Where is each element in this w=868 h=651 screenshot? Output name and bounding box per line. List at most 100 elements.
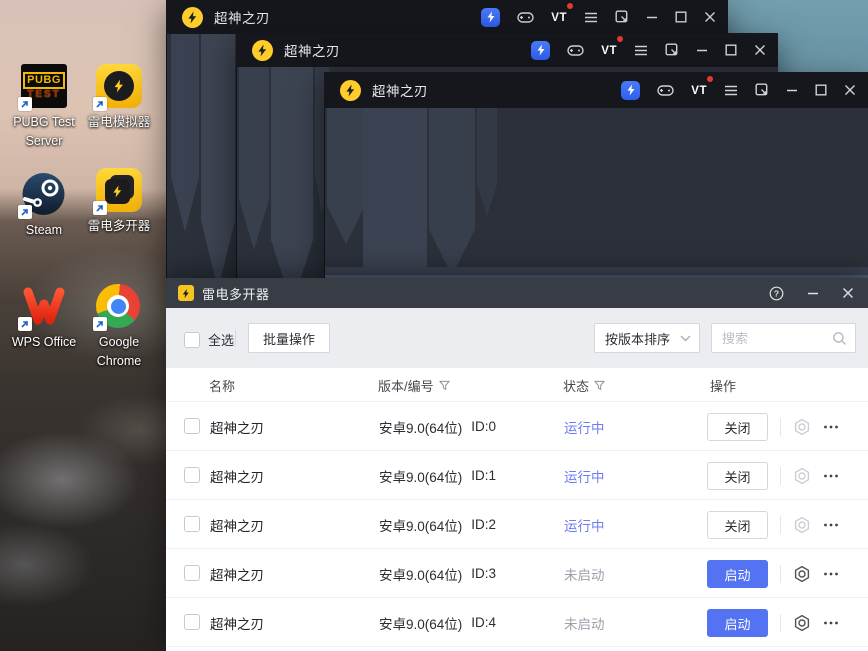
close-icon[interactable]	[704, 11, 716, 23]
instance-version: 安卓9.0(64位) ID:3	[379, 566, 497, 583]
shortcut-arrow-icon	[18, 317, 32, 331]
start-instance-button[interactable]: 启动	[707, 560, 768, 588]
maximize-icon[interactable]	[675, 11, 687, 23]
desktop-icon-steam[interactable]: Steam	[5, 172, 83, 240]
close-instance-button[interactable]: 关闭	[707, 462, 768, 490]
gamepad-icon[interactable]	[517, 11, 534, 24]
popout-window-icon[interactable]	[755, 83, 769, 97]
game-window-title: 超神之刃	[284, 44, 340, 59]
vt-icon[interactable]: VT	[691, 76, 713, 99]
game-window-titlebar[interactable]: 超神之刃 VT	[236, 33, 778, 67]
instance-name: 超神之刃	[210, 518, 264, 534]
table-row: 超神之刃 安卓9.0(64位) ID:1 运行中 关闭	[166, 451, 868, 500]
svg-text:?: ?	[774, 288, 779, 298]
gamepad-icon[interactable]	[657, 84, 674, 97]
instance-settings-icon[interactable]	[792, 564, 812, 584]
desktop-icon-google-chrome[interactable]: Google Chrome	[80, 284, 158, 372]
boost-icon[interactable]	[621, 80, 641, 100]
row-divider	[780, 614, 781, 632]
desktop-icon-pubg-test-server[interactable]: PUBG TEST PUBG Test Server	[5, 64, 83, 152]
popout-window-icon[interactable]	[665, 43, 679, 57]
desktop-icon-ldmultiplayer[interactable]: 雷电多开器	[80, 168, 158, 236]
game-window-content	[324, 108, 868, 279]
filter-icon[interactable]	[594, 380, 605, 391]
maximize-icon[interactable]	[725, 44, 737, 56]
row-checkbox[interactable]	[184, 516, 200, 532]
table-row: 超神之刃 安卓9.0(64位) ID:3 未启动 启动	[166, 549, 868, 598]
minimize-icon[interactable]	[807, 287, 819, 299]
batch-operations-button[interactable]: 批量操作	[248, 323, 331, 353]
search-input[interactable]	[714, 330, 832, 346]
more-actions-icon[interactable]	[821, 466, 841, 486]
minimize-icon[interactable]	[696, 44, 708, 56]
more-actions-icon[interactable]	[821, 564, 841, 584]
manager-toolbar: 全选 批量操作 按版本排序	[166, 308, 868, 368]
row-divider	[780, 565, 781, 583]
manager-title: 雷电多开器	[202, 286, 270, 302]
gamepad-icon[interactable]	[567, 44, 584, 57]
instance-name: 超神之刃	[210, 567, 264, 583]
instance-name: 超神之刃	[210, 469, 264, 485]
vt-icon[interactable]: VT	[551, 3, 573, 26]
shortcut-arrow-icon	[18, 97, 32, 111]
vt-notification-dot	[707, 76, 713, 82]
column-header-name: 名称	[209, 378, 236, 394]
sort-dropdown-value: 按版本排序	[605, 331, 671, 347]
close-icon[interactable]	[754, 44, 766, 56]
boost-icon[interactable]	[481, 7, 501, 27]
pubg-word: PUBG	[23, 72, 65, 89]
row-checkbox[interactable]	[184, 614, 200, 630]
desktop-icon-label: 雷电模拟器	[87, 115, 151, 129]
game-window-titlebar[interactable]: 超神之刃 VT	[166, 0, 728, 34]
row-checkbox[interactable]	[184, 418, 200, 434]
more-actions-icon[interactable]	[821, 515, 841, 535]
start-instance-button[interactable]: 启动	[707, 609, 768, 637]
column-header-status: 状态	[563, 368, 605, 402]
vt-icon[interactable]: VT	[601, 36, 623, 59]
shortcut-arrow-icon	[93, 317, 107, 331]
instance-settings-icon[interactable]	[792, 417, 812, 437]
desktop-icon-ldplayer[interactable]: 雷电模拟器	[80, 64, 158, 132]
instance-settings-icon[interactable]	[792, 466, 812, 486]
menu-icon[interactable]	[584, 12, 598, 23]
close-instance-button[interactable]: 关闭	[707, 511, 768, 539]
vt-notification-dot	[617, 36, 623, 42]
game-window-title: 超神之刃	[214, 11, 270, 26]
popout-window-icon[interactable]	[615, 10, 629, 24]
ldplayer-logo-icon	[340, 79, 361, 101]
vt-label: VT	[691, 85, 707, 97]
select-all-control[interactable]: 全选	[184, 330, 234, 349]
filter-icon[interactable]	[439, 380, 450, 391]
instance-name: 超神之刃	[210, 616, 264, 632]
instance-settings-icon[interactable]	[792, 613, 812, 633]
boost-icon[interactable]	[531, 40, 551, 60]
sort-dropdown[interactable]: 按版本排序	[594, 323, 700, 353]
menu-icon[interactable]	[724, 85, 738, 96]
close-instance-button[interactable]: 关闭	[707, 413, 768, 441]
minimize-icon[interactable]	[786, 84, 798, 96]
manager-titlebar[interactable]: 雷电多开器 ?	[166, 278, 868, 308]
instance-settings-icon[interactable]	[792, 515, 812, 535]
instance-version: 安卓9.0(64位) ID:4	[379, 615, 497, 632]
select-all-checkbox[interactable]	[184, 331, 200, 348]
row-checkbox[interactable]	[184, 467, 200, 483]
game-window-titlebar[interactable]: 超神之刃 VT	[324, 72, 868, 108]
toolbar-divider	[235, 330, 236, 347]
minimize-icon[interactable]	[646, 11, 658, 23]
chevron-down-icon	[680, 335, 691, 341]
maximize-icon[interactable]	[815, 84, 827, 96]
vt-notification-dot	[567, 3, 573, 9]
row-checkbox[interactable]	[184, 565, 200, 581]
vt-label: VT	[601, 45, 617, 57]
close-icon[interactable]	[844, 84, 856, 96]
search-box[interactable]	[711, 323, 856, 353]
help-icon[interactable]: ?	[769, 286, 784, 301]
column-header-version: 版本/编号	[378, 368, 450, 402]
more-actions-icon[interactable]	[821, 613, 841, 633]
close-icon[interactable]	[842, 287, 854, 299]
instance-version: 安卓9.0(64位) ID:1	[379, 468, 497, 485]
menu-icon[interactable]	[634, 45, 648, 56]
more-actions-icon[interactable]	[821, 417, 841, 437]
desktop-icon-wps-office[interactable]: WPS Office	[5, 284, 83, 352]
select-all-label: 全选	[208, 333, 235, 348]
